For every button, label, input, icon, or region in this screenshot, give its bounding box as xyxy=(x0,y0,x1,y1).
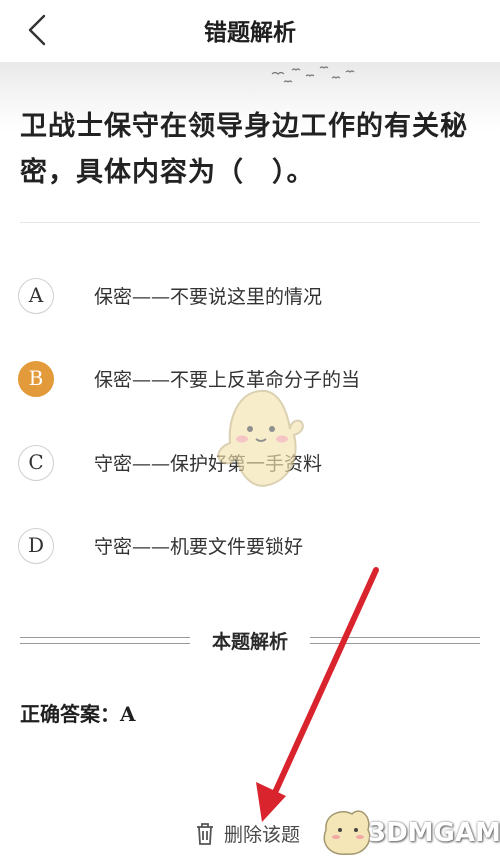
option-a[interactable]: A 保密——不要说这里的情况 xyxy=(18,278,458,320)
header-bar: 错题解析 xyxy=(0,0,500,62)
option-label: 守密——机要文件要锁好 xyxy=(94,536,304,558)
option-letter: D xyxy=(18,528,54,564)
delete-question-button[interactable]: 删除该题 xyxy=(194,818,324,850)
option-label: 保密——不要说这里的情况 xyxy=(94,286,323,308)
option-letter: C xyxy=(18,445,54,481)
watermark-text: 3DMGAME xyxy=(368,818,500,848)
delete-label: 删除该题 xyxy=(224,824,301,846)
section-title: 本题解析 xyxy=(211,631,288,653)
correct-answer: 正确答案：A xyxy=(20,702,136,726)
section-rule-left xyxy=(20,637,190,644)
divider xyxy=(20,222,480,223)
page-title: 错题解析 xyxy=(204,20,296,46)
birds-decoration xyxy=(271,66,355,83)
trash-icon xyxy=(197,823,213,845)
question-text: 卫战士保守在领导身边工作的有关秘密，具体内容为（ ）。 xyxy=(20,111,468,188)
option-letter: A xyxy=(18,278,54,314)
option-letter-selected: B xyxy=(18,361,54,397)
section-rule-right xyxy=(310,637,480,644)
option-d[interactable]: D 守密——机要文件要锁好 xyxy=(18,528,458,570)
mascot-watermark xyxy=(217,389,304,487)
